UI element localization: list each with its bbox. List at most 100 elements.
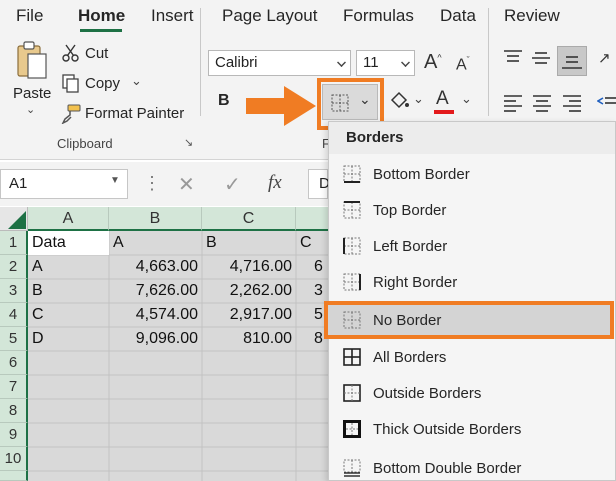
increase-font-size-icon[interactable]: A^ (424, 51, 442, 74)
name-box-dropdown-icon[interactable]: ▼ (110, 175, 120, 186)
row-header-4[interactable]: 4 (0, 303, 28, 327)
menu-item-outside-borders[interactable]: Outside Borders (329, 376, 615, 412)
menu-item-bottom-double-border[interactable]: Bottom Double Border (329, 451, 615, 481)
cell-c3[interactable]: 2,262.00 (202, 279, 296, 303)
tab-file[interactable]: File (16, 6, 43, 26)
cell-a2[interactable]: A (28, 255, 109, 279)
chevron-down-icon[interactable] (337, 58, 346, 67)
no-border-icon (343, 311, 361, 329)
bottom-align-button[interactable] (557, 46, 587, 76)
tab-formulas[interactable]: Formulas (343, 6, 414, 26)
font-name-combobox[interactable]: Calibri (208, 50, 351, 76)
orientation-icon[interactable]: ↗ (598, 49, 611, 67)
row-header-11[interactable] (0, 471, 28, 481)
font-size-value: 11 (363, 54, 379, 71)
middle-align-icon[interactable] (530, 49, 552, 67)
tab-review[interactable]: Review (504, 6, 560, 26)
left-border-icon (343, 237, 361, 255)
insert-function-icon[interactable]: fx (268, 172, 282, 194)
cell-c1[interactable]: B (202, 231, 296, 255)
fill-color-icon[interactable] (388, 90, 410, 112)
font-color-swatch (434, 110, 454, 114)
cell-a3[interactable]: B (28, 279, 109, 303)
cell-b4[interactable]: 4,574.00 (109, 303, 202, 327)
top-align-icon[interactable] (502, 49, 524, 67)
row-header-6[interactable]: 6 (0, 351, 28, 375)
copy-icon[interactable] (61, 73, 81, 93)
formula-input[interactable]: D (308, 169, 330, 199)
cut-button[interactable]: Cut (85, 45, 108, 62)
right-border-icon (343, 273, 361, 291)
font-size-combobox[interactable]: 11 (356, 50, 415, 76)
paste-dropdown-chevron-icon[interactable]: ⌄ (26, 103, 35, 116)
menu-item-all-borders[interactable]: All Borders (329, 340, 615, 376)
cell-c5[interactable]: 810.00 (202, 327, 296, 351)
cell-d1[interactable]: C (296, 231, 328, 255)
orange-pointer-arrow-icon (246, 86, 318, 131)
format-painter-icon[interactable] (61, 104, 81, 125)
row-header-3[interactable]: 3 (0, 279, 28, 303)
cell-b2[interactable]: 4,663.00 (109, 255, 202, 279)
menu-item-left-border[interactable]: Left Border (329, 229, 615, 265)
cancel-icon[interactable]: ✕ (178, 172, 195, 197)
tab-home[interactable]: Home (78, 6, 125, 26)
row-header-5[interactable]: 5 (0, 327, 28, 351)
cell-a4[interactable]: C (28, 303, 109, 327)
row-header-8[interactable]: 8 (0, 399, 28, 423)
select-all-button[interactable] (0, 207, 28, 231)
name-box[interactable]: A1 ▼ (0, 169, 128, 199)
menu-item-thick-outside-borders[interactable]: Thick Outside Borders (329, 412, 615, 448)
cell-a1[interactable]: Data (28, 231, 109, 255)
cell-d2[interactable]: 6 (314, 255, 328, 279)
menu-item-label: All Borders (373, 349, 447, 366)
menu-item-no-border[interactable]: No Border (329, 303, 615, 339)
cell-b5[interactable]: 9,096.00 (109, 327, 202, 351)
menu-item-right-border[interactable]: Right Border (329, 265, 615, 301)
menu-item-label: Bottom Border (373, 166, 470, 183)
column-header-c[interactable]: C (202, 207, 296, 231)
column-header-b[interactable]: B (109, 207, 202, 231)
align-left-icon[interactable] (502, 94, 524, 112)
clipboard-dialog-launcher-icon[interactable]: ↘ (184, 136, 193, 149)
font-color-icon[interactable]: A (436, 88, 449, 110)
row-header-1[interactable]: 1 (0, 231, 28, 255)
decrease-font-size-icon[interactable]: Aˇ (456, 55, 470, 74)
fill-color-chevron-icon[interactable]: ⌄ (413, 91, 424, 107)
row-header-9[interactable]: 9 (0, 423, 28, 447)
row-header-7[interactable]: 7 (0, 375, 28, 399)
row-header-2[interactable]: 2 (0, 255, 28, 279)
cell-c2[interactable]: 4,716.00 (202, 255, 296, 279)
tab-page-layout[interactable]: Page Layout (222, 6, 317, 26)
align-right-icon[interactable] (561, 94, 583, 112)
cell-a5[interactable]: D (28, 327, 109, 351)
cell-b3[interactable]: 7,626.00 (109, 279, 202, 303)
menu-item-top-border[interactable]: Top Border (329, 193, 615, 229)
font-color-chevron-icon[interactable]: ⌄ (461, 91, 472, 107)
cell-d3[interactable]: 3 (314, 279, 328, 303)
menu-item-label: Top Border (373, 202, 447, 219)
format-painter-button[interactable]: Format Painter (85, 105, 184, 122)
name-box-value: A1 (9, 175, 28, 192)
copy-button[interactable]: Copy (85, 75, 120, 92)
paste-icon[interactable] (12, 40, 52, 84)
tab-data[interactable]: Data (440, 6, 476, 26)
bottom-align-icon (562, 56, 582, 69)
column-header-d[interactable] (296, 207, 330, 231)
paste-button[interactable]: Paste (13, 85, 51, 102)
decrease-indent-icon[interactable] (596, 93, 616, 111)
chevron-down-icon[interactable] (401, 58, 410, 67)
outside-borders-icon (343, 384, 361, 402)
menu-item-bottom-border[interactable]: Bottom Border (329, 157, 615, 193)
cell-b1[interactable]: A (109, 231, 202, 255)
ribbon-separator (488, 8, 489, 116)
cell-c4[interactable]: 2,917.00 (202, 303, 296, 327)
row-header-10[interactable]: 10 (0, 447, 28, 471)
enter-icon[interactable]: ✓ (224, 172, 241, 197)
align-center-icon[interactable] (531, 94, 553, 112)
cut-icon[interactable] (62, 44, 80, 62)
column-header-a[interactable]: A (28, 207, 109, 231)
copy-dropdown-chevron-icon[interactable]: ⌄ (131, 73, 142, 89)
menu-item-label: Right Border (373, 274, 458, 291)
bold-button[interactable]: B (218, 92, 230, 110)
tab-insert[interactable]: Insert (151, 6, 194, 26)
